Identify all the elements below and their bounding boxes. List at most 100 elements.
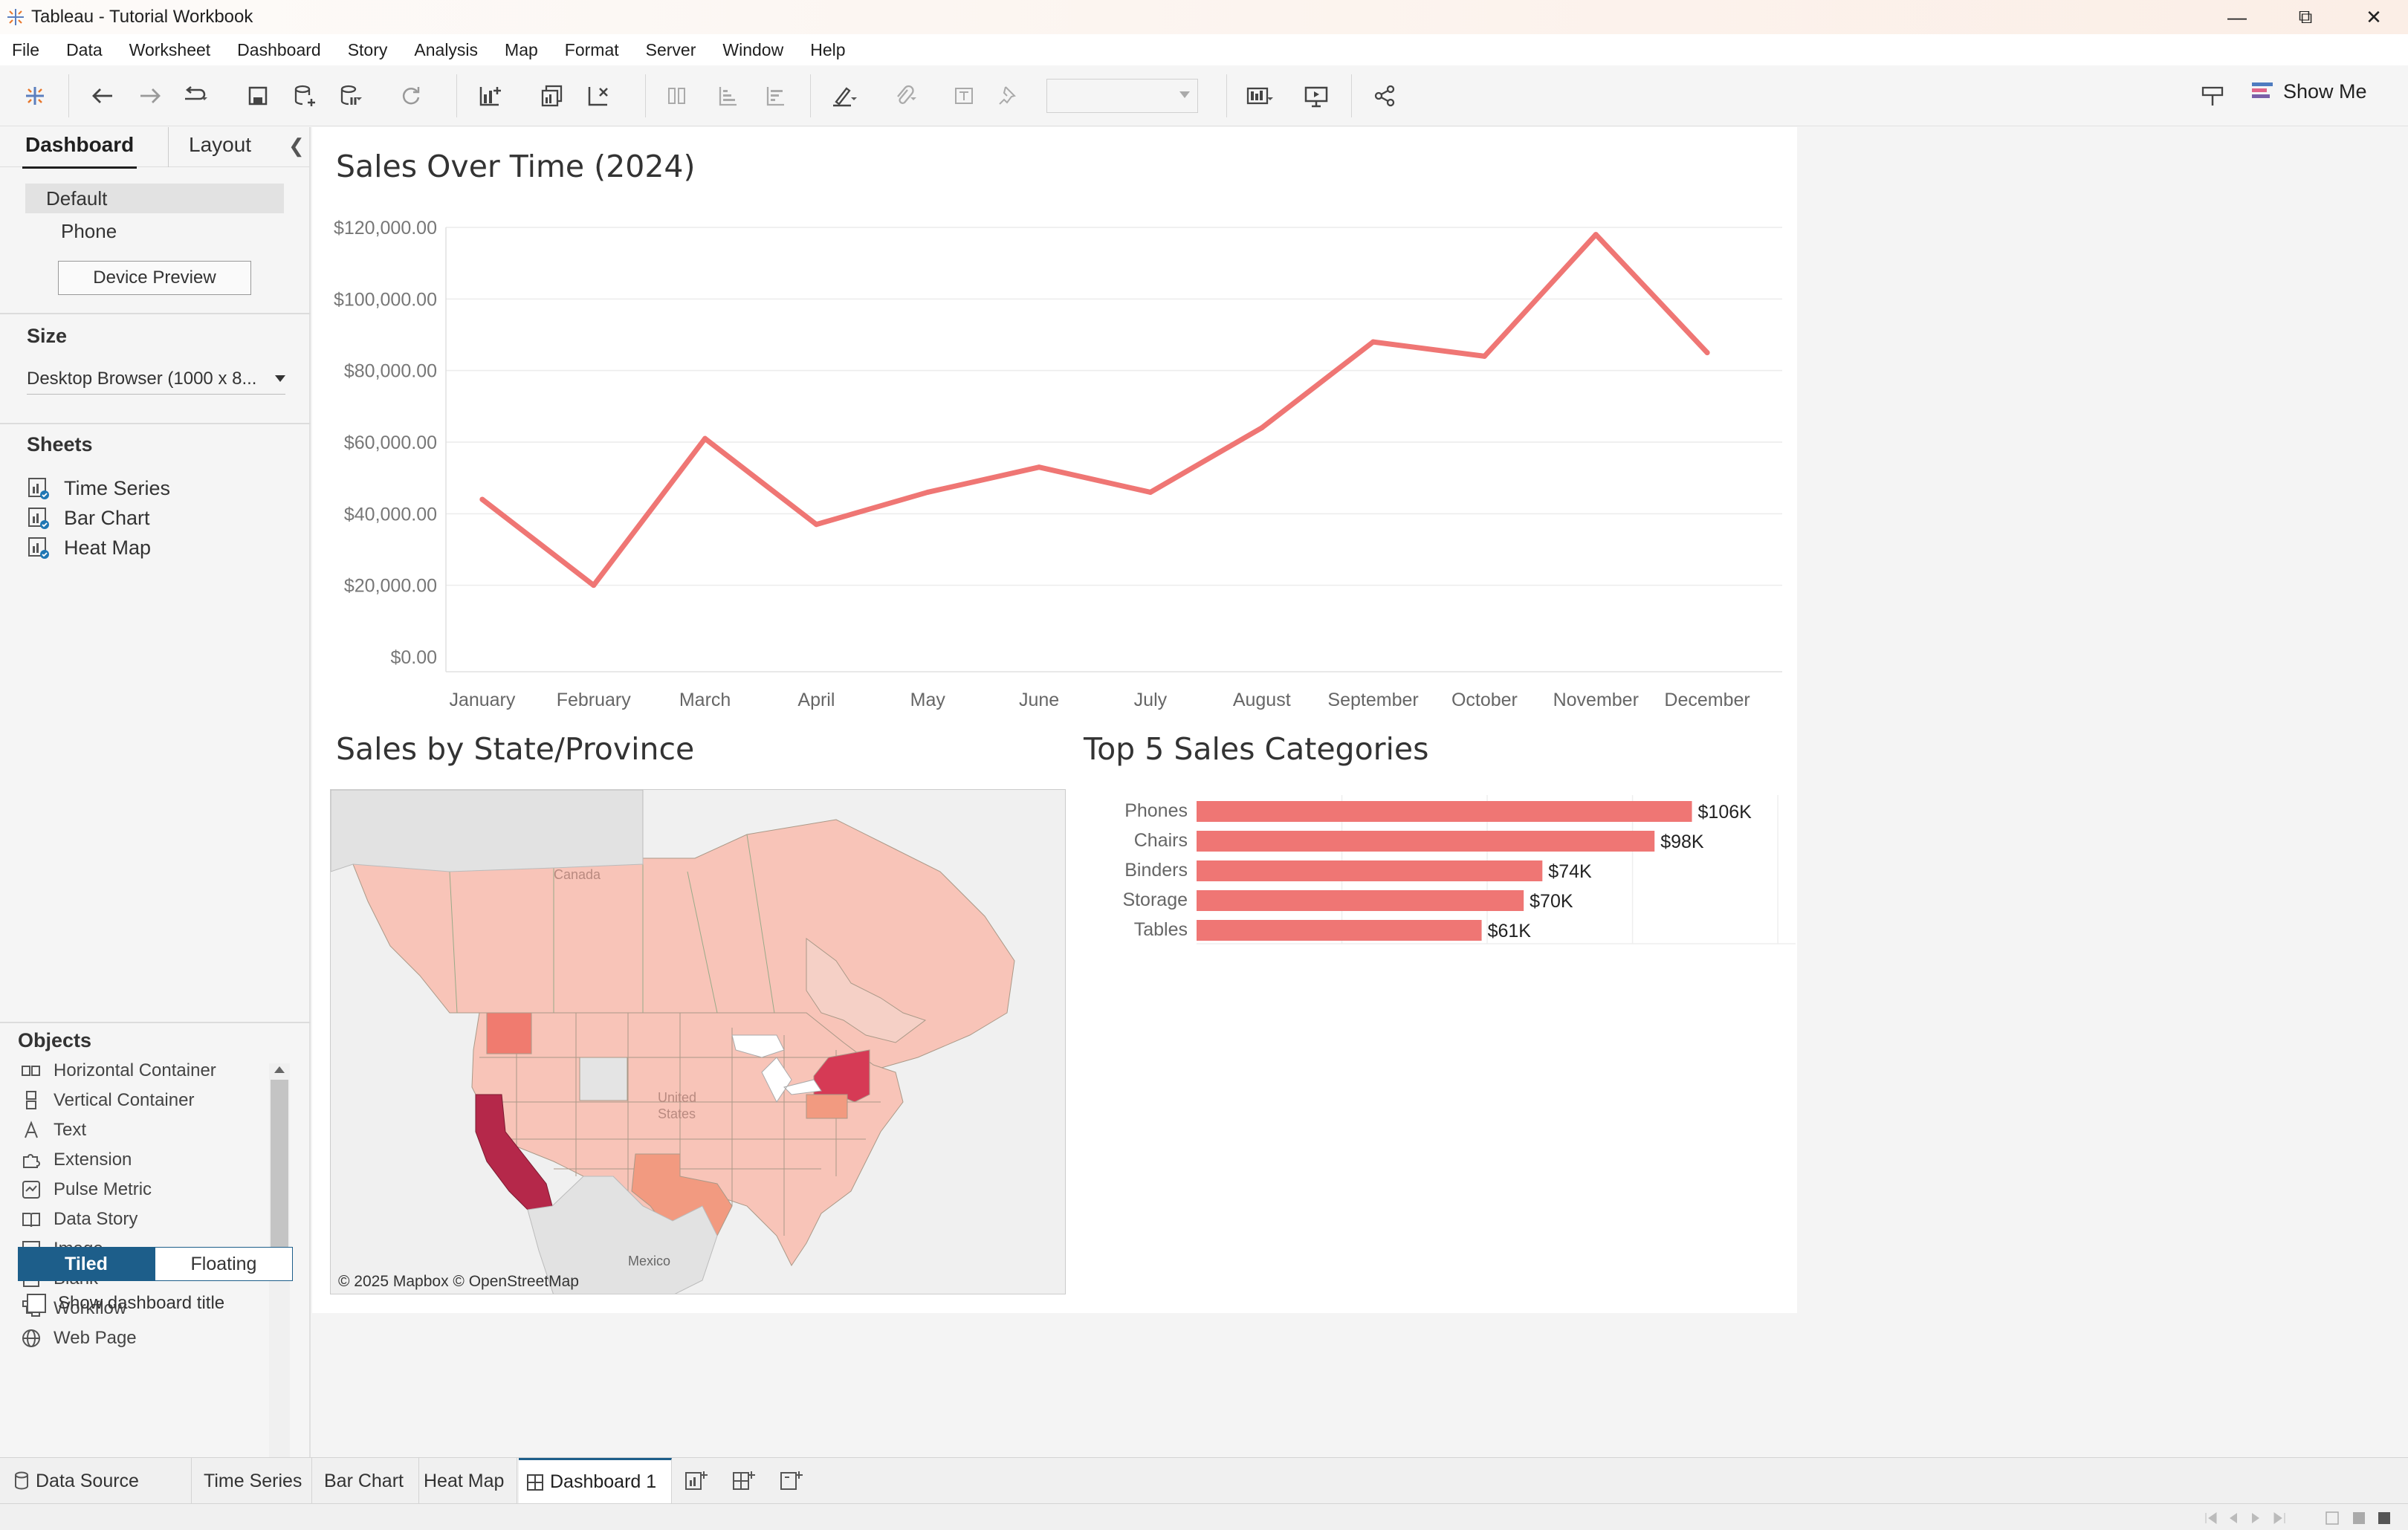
- menu-analysis[interactable]: Analysis: [414, 40, 478, 60]
- object-web-page[interactable]: Web Page: [21, 1323, 137, 1353]
- x-tick-label: April: [797, 690, 835, 710]
- sign-post-icon[interactable]: [2195, 79, 2230, 113]
- scroll-thumb[interactable]: [271, 1080, 288, 1252]
- line-point[interactable]: [1370, 339, 1376, 345]
- sheet-label: Heat Map: [64, 536, 152, 559]
- sort-descending-icon[interactable]: [758, 79, 792, 113]
- sales-map[interactable]: Canada United States Mexico © 2025 Mapbo…: [330, 789, 1066, 1294]
- line-point[interactable]: [1036, 464, 1042, 470]
- tiled-button[interactable]: Tiled: [18, 1247, 155, 1281]
- object-horizontal-container[interactable]: Horizontal Container: [21, 1056, 216, 1086]
- swap-rows-columns-icon[interactable]: [660, 79, 694, 113]
- map-canvas: Canada United States Mexico: [331, 790, 1065, 1294]
- line-point[interactable]: [813, 522, 819, 528]
- tab-layout[interactable]: Layout: [189, 133, 251, 157]
- new-dashboard-tab[interactable]: [724, 1458, 767, 1504]
- show-mark-labels-icon[interactable]: [947, 79, 981, 113]
- new-dashboard-icon: [733, 1471, 755, 1490]
- show-dashboard-title-row[interactable]: Show dashboard title: [27, 1293, 224, 1314]
- sales-over-time-chart[interactable]: $0.00 $20,000.00 $40,000.00 $60,000.00 $80,0…: [312, 201, 1797, 721]
- object-pulse-metric[interactable]: Pulse Metric: [21, 1175, 152, 1205]
- line-point[interactable]: [702, 435, 708, 441]
- restore-button[interactable]: ⧉: [2271, 0, 2340, 34]
- menu-map[interactable]: Map: [505, 40, 538, 60]
- object-vertical-container[interactable]: Vertical Container: [21, 1086, 194, 1115]
- sort-ascending-icon[interactable]: [711, 79, 745, 113]
- tab-data-source[interactable]: Data Source: [6, 1458, 192, 1504]
- object-data-story[interactable]: Data Story: [21, 1205, 137, 1234]
- sheet-item-time-series[interactable]: Time Series: [27, 473, 170, 503]
- top-categories-chart[interactable]: Phones $106K Chairs $98K Binders $74K Storage $…: [1070, 780, 1799, 951]
- sheet-item-bar-chart[interactable]: Bar Chart: [27, 503, 150, 533]
- show-me-button[interactable]: Show Me: [2252, 80, 2367, 103]
- save-icon[interactable]: [241, 79, 275, 113]
- line-point[interactable]: [1593, 232, 1599, 238]
- replay-icon[interactable]: [178, 79, 213, 113]
- new-worksheet-icon[interactable]: [473, 79, 507, 113]
- bar[interactable]: [1197, 860, 1543, 881]
- bar-value-label: $98K: [1660, 832, 1704, 852]
- line-point[interactable]: [479, 496, 485, 502]
- menu-story[interactable]: Story: [348, 40, 388, 60]
- menu-server[interactable]: Server: [646, 40, 696, 60]
- menu-data[interactable]: Data: [66, 40, 103, 60]
- show-title-checkbox[interactable]: [27, 1294, 46, 1313]
- sheet-item-heat-map[interactable]: Heat Map: [27, 533, 151, 563]
- line-point[interactable]: [1259, 425, 1265, 431]
- sales-line[interactable]: [479, 232, 1710, 589]
- object-text[interactable]: Text: [21, 1115, 86, 1145]
- fix-axes-icon[interactable]: [991, 79, 1026, 113]
- redo-icon[interactable]: [132, 79, 166, 113]
- device-phone[interactable]: Phone: [61, 216, 117, 246]
- menu-file[interactable]: File: [12, 40, 39, 60]
- line-point[interactable]: [1481, 353, 1487, 359]
- object-extension[interactable]: Extension: [21, 1145, 132, 1175]
- line-point[interactable]: [591, 583, 597, 589]
- bar[interactable]: [1197, 920, 1482, 941]
- menu-dashboard[interactable]: Dashboard: [237, 40, 321, 60]
- scroll-up-icon[interactable]: [274, 1066, 285, 1073]
- size-dropdown[interactable]: Desktop Browser (1000 x 8...: [27, 365, 285, 395]
- duplicate-sheet-icon[interactable]: [535, 79, 569, 113]
- bar[interactable]: [1197, 801, 1692, 822]
- undo-icon[interactable]: [86, 79, 120, 113]
- tab-dashboard[interactable]: Dashboard: [22, 133, 137, 169]
- dashboard-icon: [527, 1474, 543, 1491]
- menu-bar: File Data Worksheet Dashboard Story Anal…: [0, 34, 2408, 65]
- pause-updates-icon[interactable]: [333, 79, 367, 113]
- chevron-down-icon: [275, 375, 285, 382]
- collapse-panel-icon[interactable]: ❮: [288, 134, 305, 158]
- menu-worksheet[interactable]: Worksheet: [129, 40, 211, 60]
- share-icon[interactable]: [1368, 79, 1402, 113]
- floating-button[interactable]: Floating: [155, 1247, 293, 1281]
- bar[interactable]: [1197, 831, 1655, 852]
- tab-heat-map[interactable]: Heat Map: [416, 1458, 517, 1504]
- menu-help[interactable]: Help: [810, 40, 845, 60]
- menu-format[interactable]: Format: [565, 40, 619, 60]
- new-worksheet-tab[interactable]: [676, 1458, 719, 1504]
- pulse-metric-icon: [21, 1179, 42, 1200]
- line-point[interactable]: [925, 489, 930, 495]
- group-members-icon[interactable]: [886, 79, 920, 113]
- device-preview-button[interactable]: Device Preview: [58, 261, 251, 295]
- refresh-icon[interactable]: [394, 79, 428, 113]
- close-button[interactable]: ✕: [2340, 0, 2408, 34]
- new-story-tab[interactable]: [771, 1458, 815, 1504]
- highlight-icon[interactable]: [825, 79, 859, 113]
- tab-time-series[interactable]: Time Series: [196, 1458, 312, 1504]
- minimize-button[interactable]: —: [2203, 0, 2271, 34]
- device-default[interactable]: Default: [25, 184, 284, 213]
- clear-sheet-icon[interactable]: [581, 79, 615, 113]
- line-point[interactable]: [1148, 489, 1153, 495]
- new-data-source-icon[interactable]: [287, 79, 321, 113]
- tab-dashboard-1[interactable]: Dashboard 1: [519, 1458, 672, 1504]
- show-cards-icon[interactable]: [1241, 79, 1275, 113]
- tableau-home-icon[interactable]: [18, 79, 52, 113]
- map-title: Sales by State/Province: [336, 731, 695, 767]
- presentation-mode-icon[interactable]: [1299, 79, 1333, 113]
- menu-window[interactable]: Window: [722, 40, 783, 60]
- tab-bar-chart[interactable]: Bar Chart: [317, 1458, 419, 1504]
- fit-dropdown[interactable]: [1046, 79, 1198, 113]
- bar[interactable]: [1197, 890, 1524, 911]
- line-point[interactable]: [1704, 350, 1710, 356]
